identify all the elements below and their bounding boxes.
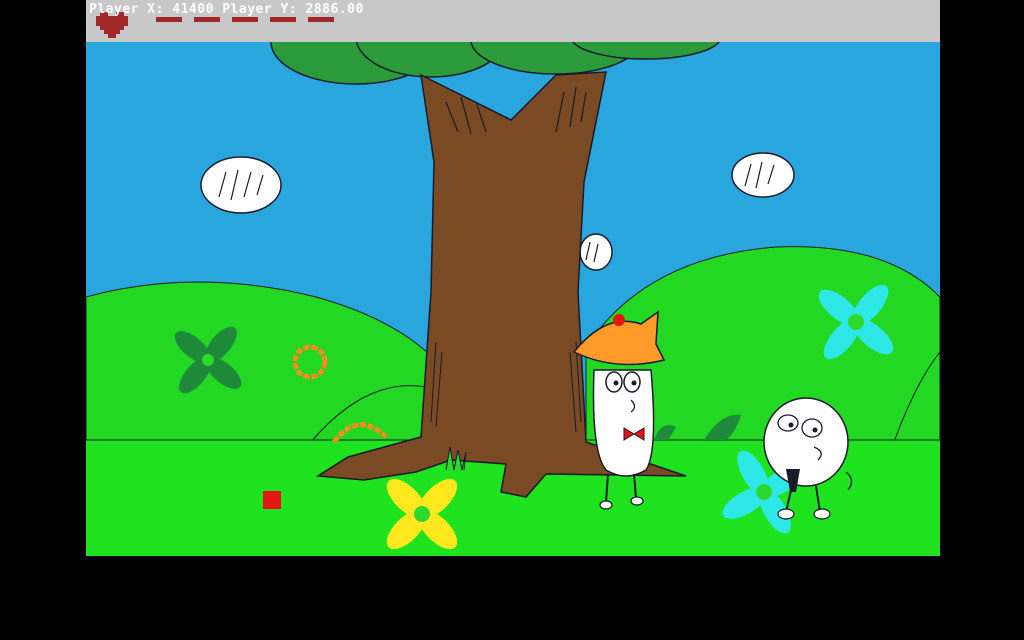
health-segment [194, 17, 220, 22]
game-scene [86, 42, 940, 556]
game-screen: Player X: 41400 Player Y: 2886.00 [0, 0, 1024, 640]
red-block[interactable] [263, 491, 281, 509]
player-coordinates-readout: Player X: 41400 Player Y: 2886.00 [89, 2, 364, 17]
cloud-right [731, 152, 795, 198]
cloud-small [579, 233, 613, 271]
hud-bar: Player X: 41400 Player Y: 2886.00 [86, 0, 940, 42]
health-segment [270, 17, 296, 22]
health-segment [232, 17, 258, 22]
game-viewport: Player X: 41400 Player Y: 2886.00 [86, 0, 940, 556]
cloud-left [200, 156, 282, 214]
health-segment [308, 17, 334, 22]
health-segment [156, 17, 182, 22]
